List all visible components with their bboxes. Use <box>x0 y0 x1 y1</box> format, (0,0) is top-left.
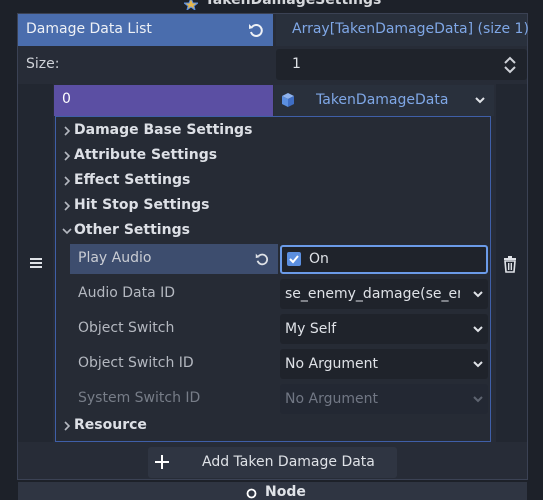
spin-arrows-icon[interactable] <box>503 55 517 75</box>
section-attribute-settings[interactable]: Attribute Settings <box>74 147 217 163</box>
section-effect-settings[interactable]: Effect Settings <box>74 172 190 188</box>
star-node-icon <box>184 0 198 10</box>
section-damage-base-settings[interactable]: Damage Base Settings <box>74 122 252 138</box>
property-label-damage-data-list: Damage Data List <box>26 21 152 37</box>
chevron-down-icon[interactable] <box>472 289 484 299</box>
chevron-right-icon[interactable] <box>62 126 72 136</box>
chevron-right-icon[interactable] <box>62 176 72 186</box>
play-audio-value: On <box>309 251 329 267</box>
size-value: 1 <box>292 56 301 72</box>
array-toggle-label: Array[TakenDamageData] (size 1) <box>292 21 529 37</box>
section-resource[interactable]: Resource <box>74 417 147 433</box>
object-switch-value: My Self <box>285 321 337 337</box>
node-circle-icon <box>246 488 257 499</box>
chevron-down-icon[interactable] <box>472 324 484 334</box>
audio-data-id-value: se_enemy_damage(se_ene <box>285 286 460 302</box>
resource-type-label: TakenDamageData <box>316 92 449 108</box>
chevron-down-icon[interactable] <box>472 359 484 369</box>
chevron-down-icon[interactable] <box>474 95 486 105</box>
system-switch-id-value: No Argument <box>285 391 378 407</box>
property-label-object-switch-id: Object Switch ID <box>78 355 194 371</box>
property-label-object-switch: Object Switch <box>78 320 175 336</box>
chevron-down-icon[interactable] <box>62 226 72 236</box>
element-index-bar[interactable] <box>54 85 273 116</box>
node-tab-label: Node <box>265 484 306 500</box>
element-index: 0 <box>62 91 71 107</box>
section-other-settings[interactable]: Other Settings <box>74 222 190 238</box>
chevron-down-icon <box>473 396 483 403</box>
size-spinbox[interactable] <box>276 49 527 80</box>
checkbox[interactable] <box>287 252 301 266</box>
object-switch-id-value: No Argument <box>285 356 378 372</box>
section-hit-stop-settings[interactable]: Hit Stop Settings <box>74 197 209 213</box>
add-element-label: Add Taken Damage Data <box>202 454 375 470</box>
drag-handle-icon[interactable] <box>28 255 44 271</box>
plus-icon <box>155 455 169 469</box>
trash-icon[interactable] <box>501 255 519 273</box>
size-label: Size: <box>26 56 60 72</box>
property-label-system-switch-id: System Switch ID <box>78 390 201 406</box>
revert-icon[interactable] <box>254 251 270 267</box>
chevron-right-icon[interactable] <box>62 421 72 431</box>
chevron-right-icon[interactable] <box>62 151 72 161</box>
property-label-play-audio: Play Audio <box>78 250 152 266</box>
inspector-title-bar: TakenDamageSettings <box>0 0 543 14</box>
resource-cube-icon <box>282 93 294 107</box>
inspector-title: TakenDamageSettings <box>205 0 382 8</box>
property-label-audio-data-id: Audio Data ID <box>78 285 176 301</box>
chevron-right-icon[interactable] <box>62 201 72 211</box>
revert-icon[interactable] <box>247 21 265 39</box>
checkmark-icon <box>289 255 299 264</box>
